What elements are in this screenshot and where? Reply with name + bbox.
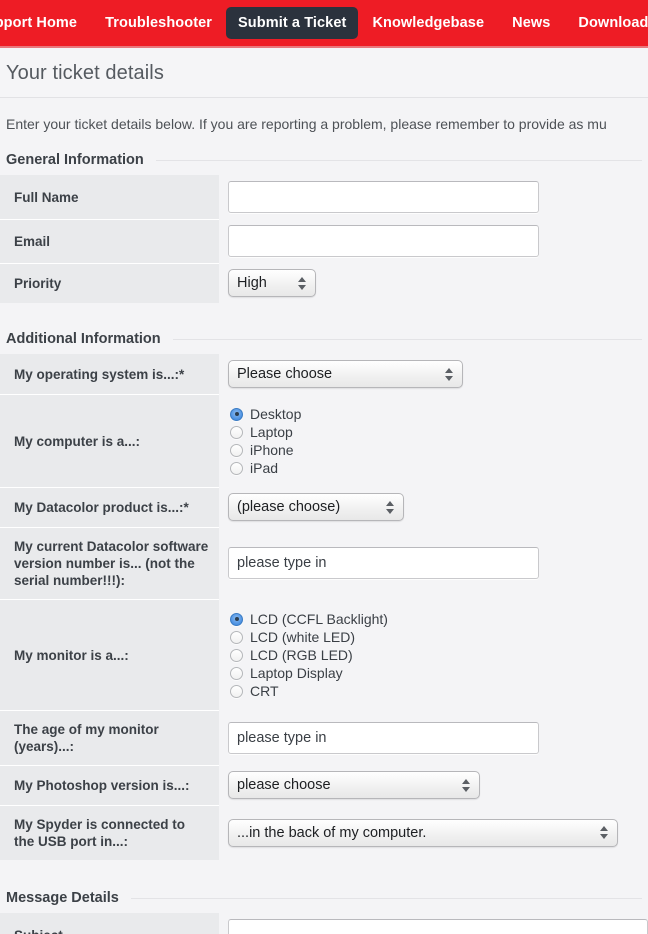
label-operating-system: My operating system is...:* [0,354,219,394]
section-message-details: Message Details Subject [0,890,648,934]
section-message-header: Message Details [0,890,648,913]
nav-item-downloads[interactable]: Downloads [564,8,648,38]
label-monitor-age: The age of my monitor (years)...: [0,710,219,765]
radio-icon[interactable] [230,443,243,457]
field-row-operating-system: My operating system is...:* Please choos… [0,354,648,394]
field-row-monitor-type: My monitor is a...: LCD (CCFL Backlight)… [0,599,648,710]
label-monitor-type: My monitor is a...: [0,599,219,710]
nav-item-news[interactable]: News [498,8,564,38]
top-navigation: Support Home Troubleshooter Submit a Tic… [0,0,648,46]
page-intro-text: Enter your ticket details below. If you … [0,98,648,146]
nav-bottom-accent [0,46,648,48]
section-message-title: Message Details [6,890,119,906]
label-datacolor-product: My Datacolor product is...:* [0,487,219,527]
spyder-usb-port-select[interactable]: ...in the back of my computer. [228,818,618,847]
section-general-information: General Information Full Name Email Prio… [0,152,648,303]
radio-label: CRT [250,683,279,699]
label-software-version: My current Datacolor software version nu… [0,527,219,599]
field-row-subject: Subject [0,913,648,934]
radio-icon[interactable] [230,407,243,421]
label-spyder-usb-port: My Spyder is connected to the USB port i… [0,805,219,860]
datacolor-product-select-wrap: (please choose) [228,493,404,521]
radio-option-lcd-ccfl[interactable]: LCD (CCFL Backlight) [230,610,388,628]
page-title: Your ticket details [6,62,164,84]
software-version-input[interactable] [228,547,539,579]
photoshop-version-select[interactable]: please choose [228,771,480,799]
field-row-full-name: Full Name [0,175,648,219]
photoshop-version-select-wrap: please choose [228,771,480,799]
section-general-header: General Information [0,152,648,175]
section-additional-information: Additional Information My operating syst… [0,331,648,860]
label-full-name: Full Name [0,175,219,219]
full-name-input[interactable] [228,181,539,213]
radio-icon[interactable] [230,666,243,680]
radio-label: Laptop [250,424,293,440]
radio-label: LCD (RGB LED) [250,647,353,663]
section-general-title: General Information [6,152,144,168]
field-row-monitor-age: The age of my monitor (years)...: [0,710,648,765]
radio-option-desktop[interactable]: Desktop [230,405,301,423]
radio-icon[interactable] [230,461,243,475]
subject-input[interactable] [228,919,648,934]
radio-option-iphone[interactable]: iPhone [230,441,301,459]
radio-label: Desktop [250,406,302,422]
email-input[interactable] [228,225,539,257]
radio-option-ipad[interactable]: iPad [230,459,301,477]
monitor-type-radio-group: LCD (CCFL Backlight) LCD (white LED) LCD… [228,606,388,704]
field-row-spyder-usb-port: My Spyder is connected to the USB port i… [0,805,648,860]
field-row-datacolor-product: My Datacolor product is...:* (please cho… [0,487,648,527]
nav-item-knowledgebase[interactable]: Knowledgebase [358,8,498,38]
radio-option-laptop-display[interactable]: Laptop Display [230,664,388,682]
radio-icon[interactable] [230,630,243,644]
radio-label: iPhone [250,442,294,458]
label-photoshop-version: My Photoshop version is...: [0,765,219,805]
page-header: Your ticket details [0,48,648,98]
nav-item-troubleshooter[interactable]: Troubleshooter [91,8,226,38]
radio-label: LCD (CCFL Backlight) [250,611,388,627]
computer-type-radio-group: Desktop Laptop iPhone iPad [228,401,301,481]
radio-option-lcd-white-led[interactable]: LCD (white LED) [230,628,388,646]
label-email: Email [0,219,219,263]
priority-select-wrap: High [228,269,316,297]
operating-system-select[interactable]: Please choose [228,360,463,388]
radio-icon[interactable] [230,648,243,662]
radio-label: iPad [250,460,279,476]
radio-option-crt[interactable]: CRT [230,682,388,700]
radio-option-laptop[interactable]: Laptop [230,423,301,441]
priority-select[interactable]: High [228,269,316,297]
operating-system-select-wrap: Please choose [228,360,463,388]
label-subject: Subject [0,913,219,934]
monitor-age-input[interactable] [228,721,539,754]
field-row-photoshop-version: My Photoshop version is...: please choos… [0,765,648,805]
label-priority: Priority [0,263,219,303]
spyder-usb-port-select-wrap: ...in the back of my computer. [228,818,618,847]
radio-label: Laptop Display [250,665,343,681]
field-row-email: Email [0,219,648,263]
label-computer-type: My computer is a...: [0,394,219,487]
section-rule [172,338,642,340]
radio-label: LCD (white LED) [250,629,356,645]
radio-option-lcd-rgb-led[interactable]: LCD (RGB LED) [230,646,388,664]
field-row-priority: Priority High [0,263,648,303]
radio-icon[interactable] [230,425,243,439]
radio-icon[interactable] [230,612,243,626]
field-row-computer-type: My computer is a...: Desktop Laptop iPho… [0,394,648,487]
datacolor-product-select[interactable]: (please choose) [228,493,404,521]
section-rule [155,159,642,161]
field-row-software-version: My current Datacolor software version nu… [0,527,648,599]
section-additional-header: Additional Information [0,331,648,354]
section-rule [130,897,642,899]
section-additional-title: Additional Information [6,331,161,347]
radio-icon[interactable] [230,684,243,698]
nav-item-support-home[interactable]: Support Home [0,8,91,38]
nav-item-submit-a-ticket[interactable]: Submit a Ticket [226,7,359,39]
